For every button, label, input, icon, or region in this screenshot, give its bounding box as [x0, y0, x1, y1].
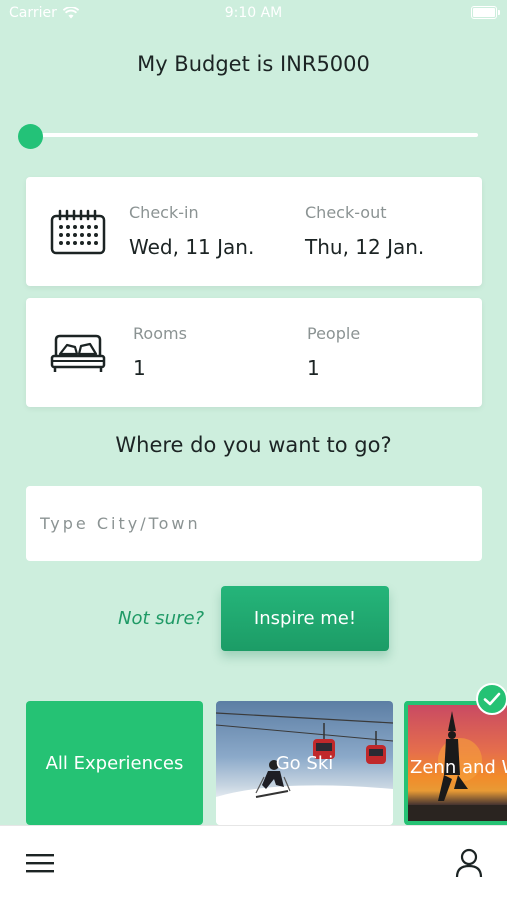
experience-tile-zen[interactable]: Zenn and W	[404, 701, 507, 825]
checkout-label: Check-out	[305, 203, 387, 222]
experience-tile-all[interactable]: All Experiences	[26, 701, 203, 825]
checkin-value[interactable]: Wed, 11 Jan.	[129, 235, 254, 259]
experience-tile-label: Go Ski	[275, 753, 334, 774]
budget-slider-track[interactable]	[30, 133, 478, 137]
bed-icon	[50, 334, 106, 372]
people-label: People	[307, 324, 361, 343]
battery-icon	[471, 6, 500, 19]
experience-tile-label: All Experiences	[45, 753, 184, 774]
status-bar: Carrier 9:10 AM	[0, 0, 507, 28]
user-icon[interactable]	[455, 848, 483, 878]
check-icon	[483, 692, 501, 706]
budget-title: My Budget is INR5000	[137, 52, 370, 76]
checkin-label: Check-in	[129, 203, 199, 222]
city-search-input[interactable]	[26, 486, 482, 561]
dates-card[interactable]: Check-in Wed, 11 Jan. Check-out Thu, 12 …	[26, 177, 482, 286]
experience-tile-ski[interactable]: Go Ski	[216, 701, 393, 825]
experience-carousel[interactable]: All Experiences Go Ski Zenn and	[0, 701, 507, 825]
rooms-label: Rooms	[133, 324, 187, 343]
rooms-value[interactable]: 1	[133, 356, 146, 380]
people-value[interactable]: 1	[307, 356, 320, 380]
destination-question: Where do you want to go?	[115, 433, 392, 457]
experience-tile-label: Zenn and W	[410, 757, 507, 778]
selected-check-badge	[476, 683, 507, 715]
bottom-tab-bar	[0, 825, 507, 900]
calendar-icon	[50, 209, 106, 255]
checkout-value[interactable]: Thu, 12 Jan.	[305, 235, 424, 259]
status-time: 9:10 AM	[224, 5, 283, 21]
budget-slider-thumb[interactable]	[17, 124, 43, 149]
not-sure-label: Not sure?	[118, 608, 205, 629]
inspire-me-button[interactable]: Inspire me!	[221, 586, 389, 651]
occupancy-card[interactable]: Rooms 1 People 1	[26, 298, 482, 407]
hamburger-menu-icon[interactable]	[26, 853, 54, 873]
